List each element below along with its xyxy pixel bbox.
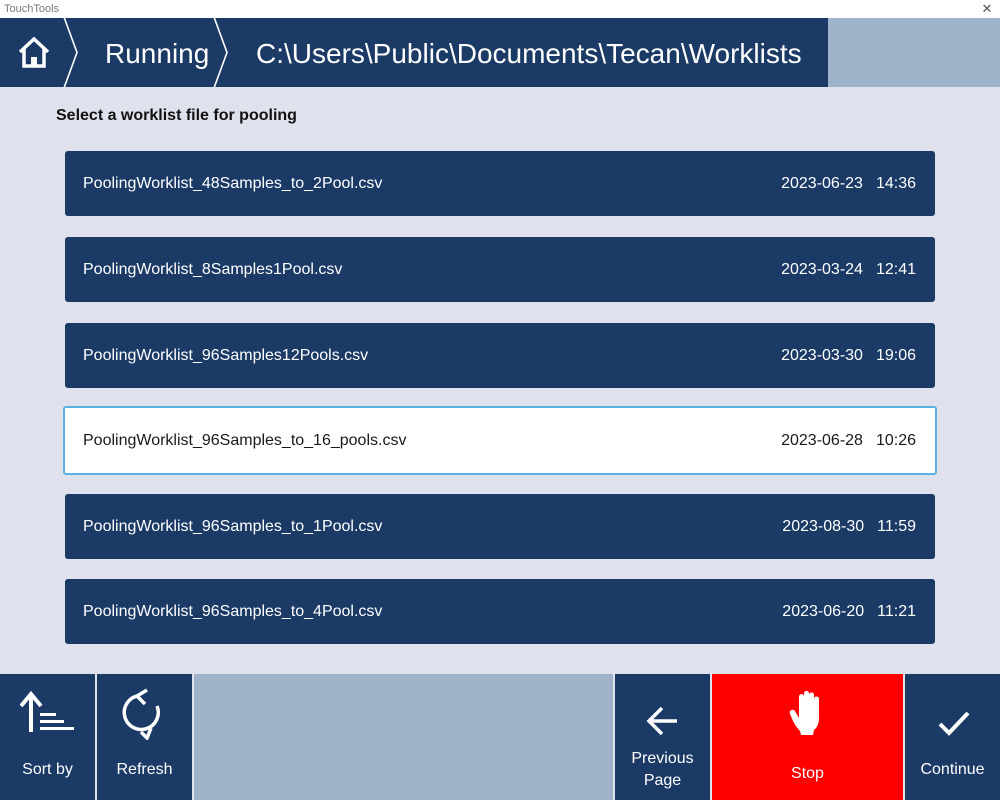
breadcrumb-separator [63, 18, 78, 87]
previous-page-button[interactable]: Previous Page [615, 674, 710, 800]
arrow-left-icon [646, 706, 677, 736]
file-modified: 2023-03-24 12:41 [781, 237, 916, 302]
sort-by-button[interactable]: Sort by [0, 674, 95, 800]
file-name: PoolingWorklist_8Samples1Pool.csv [83, 261, 343, 278]
worklist-file-item-selected[interactable]: PoolingWorklist_96Samples_to_16_pools.cs… [63, 406, 937, 475]
file-time: 19:06 [875, 347, 916, 364]
file-time: 11:21 [877, 603, 916, 620]
toolbar-spacer [194, 674, 613, 800]
file-date: 2023-08-30 [782, 518, 865, 535]
previous-page-label-line1: Previous [631, 750, 694, 767]
bottom-toolbar: Sort by Refresh Previous Page Stop Conti… [0, 674, 1000, 800]
stop-button[interactable]: Stop [712, 674, 903, 800]
file-date: 2023-06-23 [781, 175, 863, 192]
worklist-file-item[interactable]: PoolingWorklist_96Samples_to_4Pool.csv 2… [65, 579, 935, 644]
sort-by-label: Sort by [22, 761, 73, 778]
file-date: 2023-03-30 [781, 347, 863, 364]
close-icon[interactable]: ✕ [978, 0, 996, 18]
checkmark-icon [938, 711, 970, 736]
file-name: PoolingWorklist_96Samples_to_1Pool.csv [83, 518, 383, 535]
worklist-file-item[interactable]: PoolingWorklist_48Samples_to_2Pool.csv 2… [65, 151, 935, 216]
window-title: TouchTools [4, 3, 60, 15]
file-time: 10:26 [875, 432, 916, 449]
file-time: 11:59 [877, 518, 916, 535]
window-titlebar: TouchTools ✕ [0, 0, 1000, 18]
home-button[interactable] [0, 18, 70, 87]
file-date: 2023-03-24 [781, 261, 863, 278]
file-name: PoolingWorklist_96Samples12Pools.csv [83, 347, 369, 364]
refresh-icon [122, 688, 161, 740]
breadcrumb-separator [213, 18, 228, 87]
file-name: PoolingWorklist_48Samples_to_2Pool.csv [83, 175, 383, 192]
worklist-file-item[interactable]: PoolingWorklist_96Samples_to_1Pool.csv 2… [65, 494, 935, 559]
file-modified: 2023-03-30 19:06 [781, 323, 916, 388]
file-name: PoolingWorklist_96Samples_to_16_pools.cs… [83, 432, 407, 449]
previous-page-label-line2: Page [643, 772, 682, 789]
file-modified: 2023-06-23 14:36 [781, 151, 916, 216]
file-modified: 2023-06-20 11:21 [782, 579, 916, 644]
file-time: 14:36 [875, 175, 916, 192]
file-modified: 2023-08-30 11:59 [782, 494, 916, 559]
continue-button[interactable]: Continue [905, 674, 1000, 800]
page-title: Select a worklist file for pooling [56, 107, 297, 124]
breadcrumb-item-running[interactable]: Running [105, 18, 209, 87]
home-icon [18, 36, 50, 68]
continue-label: Continue [920, 761, 985, 778]
breadcrumb-item-path: C:\Users\Public\Documents\Tecan\Worklist… [256, 38, 802, 69]
file-time: 12:41 [875, 261, 916, 278]
breadcrumb: Running C:\Users\Public\Documents\Tecan\… [0, 18, 828, 87]
header-filler [828, 18, 1000, 87]
stop-label: Stop [791, 765, 824, 782]
worklist-file-item[interactable]: PoolingWorklist_8Samples1Pool.csv 2023-0… [65, 237, 935, 302]
refresh-button[interactable]: Refresh [97, 674, 192, 800]
hand-stop-icon [789, 691, 819, 735]
file-name: PoolingWorklist_96Samples_to_4Pool.csv [83, 603, 383, 620]
sort-icon [20, 690, 74, 732]
file-modified: 2023-06-28 10:26 [781, 408, 916, 473]
file-date: 2023-06-20 [782, 603, 865, 620]
worklist-file-item[interactable]: PoolingWorklist_96Samples12Pools.csv 202… [65, 323, 935, 388]
file-date: 2023-06-28 [781, 432, 863, 449]
refresh-label: Refresh [116, 761, 173, 778]
